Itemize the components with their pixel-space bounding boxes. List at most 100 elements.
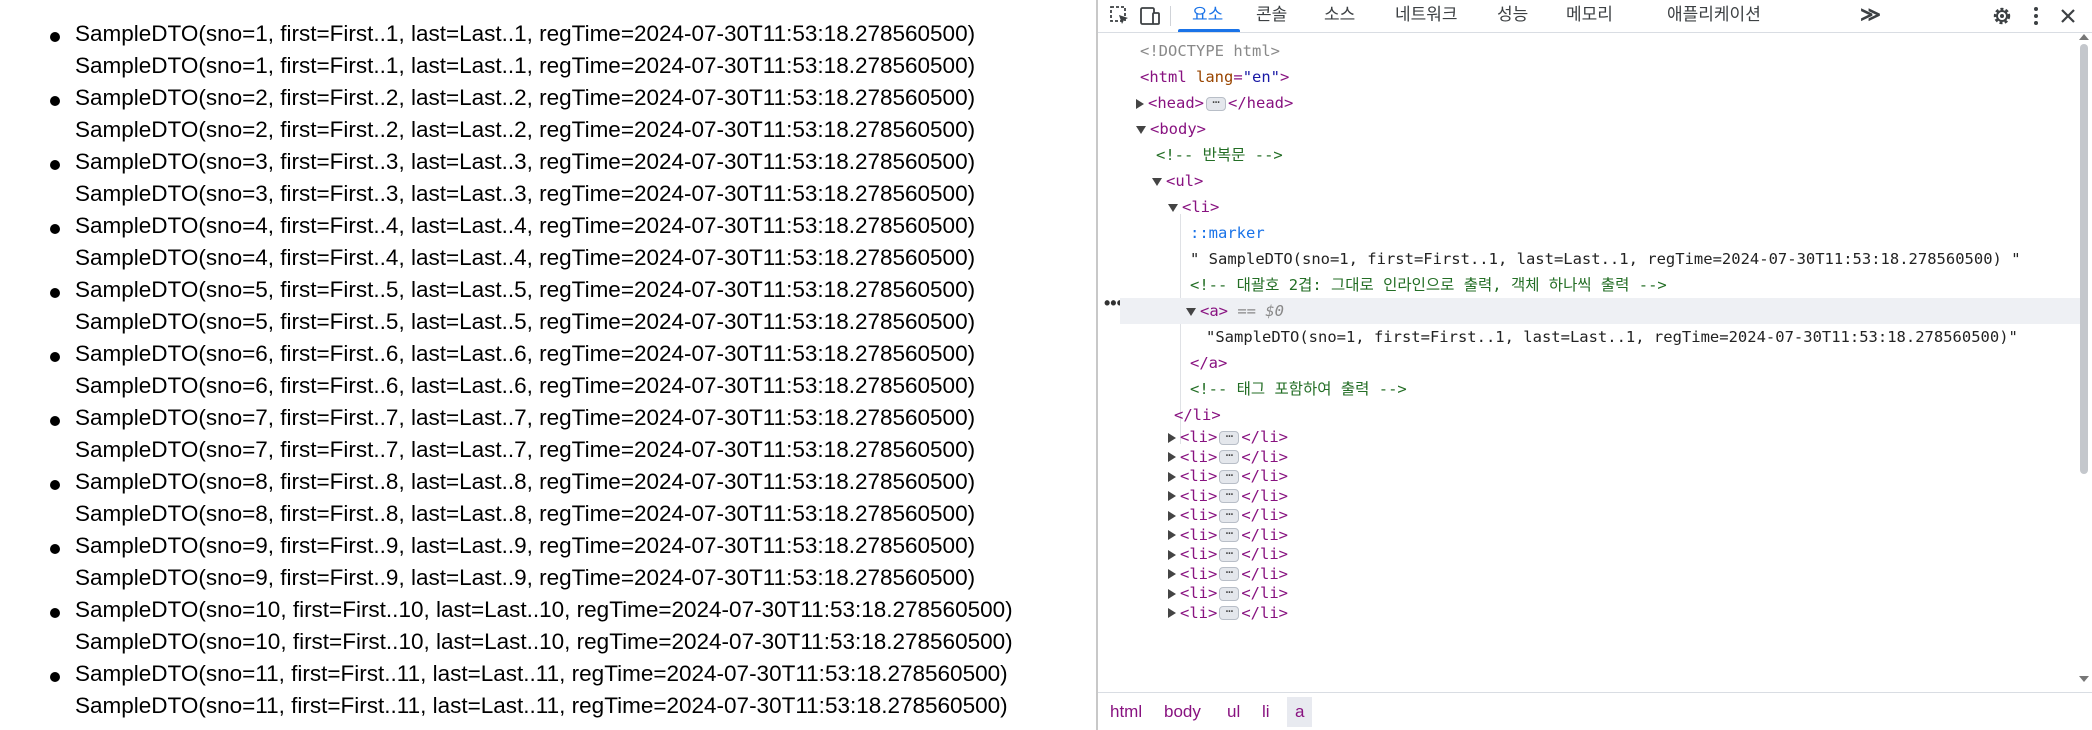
- ellipsis-icon[interactable]: ⋯: [1206, 96, 1226, 111]
- vertical-scrollbar[interactable]: [2080, 44, 2088, 474]
- dom-node-li-collapsed[interactable]: <li> ⋯ </li>: [1120, 526, 2082, 546]
- li-close-tag: </li>: [1241, 603, 1288, 622]
- more-vert-icon[interactable]: [2024, 4, 2048, 28]
- tab-network[interactable]: 네트워크: [1395, 0, 1458, 32]
- breadcrumb-a[interactable]: a: [1287, 697, 1313, 727]
- li-open-tag: <li>: [1180, 486, 1218, 505]
- dom-node-a-close[interactable]: </a>: [1120, 350, 2082, 376]
- dom-node-li-collapsed[interactable]: <li> ⋯ </li>: [1120, 487, 2082, 507]
- dom-node-li-collapsed[interactable]: <li> ⋯ </li>: [1120, 584, 2082, 604]
- breadcrumb-html[interactable]: html: [1106, 697, 1146, 727]
- collapse-triangle-icon[interactable]: [1186, 307, 1196, 316]
- expand-triangle-icon[interactable]: [1168, 549, 1176, 560]
- dom-node-li-collapsed[interactable]: <li> ⋯ </li>: [1120, 467, 2082, 487]
- expand-triangle-icon[interactable]: [1168, 530, 1176, 540]
- dom-node-marker[interactable]: ::marker: [1120, 220, 2082, 246]
- dom-node-li-close[interactable]: </li>: [1120, 402, 2082, 428]
- dom-node-li-collapsed[interactable]: <li> ⋯ </li>: [1120, 506, 2082, 526]
- tab-sources[interactable]: 소스: [1324, 0, 1355, 32]
- bullet-icon: [50, 224, 60, 234]
- expand-triangle-icon[interactable]: [1168, 569, 1176, 579]
- collapse-triangle-icon[interactable]: [1136, 125, 1146, 134]
- close-icon[interactable]: [2056, 4, 2080, 28]
- inspect-element-icon[interactable]: [1108, 4, 1132, 28]
- item-anchor-text[interactable]: SampleDTO(sno=2, first=First..2, last=La…: [75, 114, 975, 146]
- dom-node-comment-tag[interactable]: <!-- 태그 포함하여 출력 -->: [1120, 376, 2082, 402]
- ellipsis-icon[interactable]: ⋯: [1219, 547, 1240, 562]
- ellipsis-icon[interactable]: ⋯: [1219, 586, 1240, 601]
- tab-application[interactable]: 애플리케이션: [1667, 0, 1761, 32]
- breadcrumb: html body ul li a: [1098, 692, 2092, 730]
- dom-node-li-collapsed[interactable]: <li> ⋯ </li>: [1120, 545, 2082, 565]
- dom-node-html[interactable]: <html lang="en">: [1120, 64, 2080, 90]
- item-anchor-text[interactable]: SampleDTO(sno=11, first=First..11, last=…: [75, 690, 1008, 722]
- dom-node-ul[interactable]: <ul>: [1120, 168, 2082, 194]
- dom-node-li-collapsed[interactable]: <li> ⋯ </li>: [1120, 604, 2082, 624]
- expand-triangle-icon[interactable]: [1136, 98, 1144, 109]
- collapse-triangle-icon[interactable]: [1168, 203, 1178, 212]
- li-open-tag: <li>: [1180, 564, 1218, 583]
- ellipsis-icon[interactable]: ⋯: [1219, 566, 1240, 581]
- bullet-icon: [50, 416, 60, 426]
- breadcrumb-ul[interactable]: ul: [1223, 697, 1244, 727]
- ellipsis-icon[interactable]: ⋯: [1219, 449, 1240, 464]
- dom-node-a-selected[interactable]: <a> == $0: [1120, 298, 2082, 324]
- dom-node-body[interactable]: <body>: [1120, 116, 2076, 142]
- li-open-tag: <li>: [1180, 467, 1218, 485]
- item-anchor-text[interactable]: SampleDTO(sno=6, first=First..6, last=La…: [75, 370, 975, 402]
- expand-triangle-icon[interactable]: [1168, 608, 1176, 618]
- scroll-down-arrow-icon[interactable]: [2079, 676, 2089, 682]
- bullet-icon: [50, 480, 60, 490]
- ellipsis-icon[interactable]: ⋯: [1219, 488, 1240, 503]
- body-open-tag: <body>: [1150, 120, 1206, 138]
- expand-triangle-icon[interactable]: [1168, 471, 1176, 482]
- item-anchor-text[interactable]: SampleDTO(sno=10, first=First..10, last=…: [75, 626, 1013, 658]
- ellipsis-icon[interactable]: ⋯: [1219, 430, 1240, 445]
- dom-node-li[interactable]: <li>: [1120, 194, 2082, 220]
- dom-node-li-collapsed[interactable]: <li> ⋯ </li>: [1120, 428, 2082, 448]
- bullet-icon: [50, 288, 60, 298]
- dom-node-a-text[interactable]: "SampleDTO(sno=1, first=First..1, last=L…: [1120, 324, 2082, 350]
- tab-console[interactable]: 콘솔: [1256, 0, 1287, 32]
- device-toolbar-icon[interactable]: [1138, 4, 1162, 28]
- tab-elements[interactable]: 요소: [1192, 0, 1223, 32]
- ellipsis-icon[interactable]: ⋯: [1219, 508, 1240, 523]
- dom-node-head[interactable]: <head> ⋯ </head>: [1120, 90, 2076, 116]
- item-anchor-text[interactable]: SampleDTO(sno=5, first=First..5, last=La…: [75, 306, 975, 338]
- ellipsis-icon[interactable]: ⋯: [1219, 469, 1240, 484]
- a-close-tag: </a>: [1190, 354, 1228, 372]
- dom-node-doctype[interactable]: <!DOCTYPE html>: [1120, 38, 2080, 64]
- settings-icon[interactable]: [1990, 4, 2014, 28]
- li-close-tag: </li>: [1241, 506, 1288, 524]
- item-text: SampleDTO(sno=1, first=First..1, last=La…: [75, 21, 976, 46]
- dom-node-comment-inline[interactable]: <!-- 대괄호 2겹: 그대로 인라인으로 출력, 객체 하나씩 출력 -->: [1120, 272, 2082, 298]
- item-anchor-text[interactable]: SampleDTO(sno=8, first=First..8, last=La…: [75, 498, 975, 530]
- item-anchor-text[interactable]: SampleDTO(sno=9, first=First..9, last=La…: [75, 562, 975, 594]
- expand-triangle-icon[interactable]: [1168, 510, 1176, 521]
- expand-triangle-icon[interactable]: [1168, 432, 1176, 443]
- scroll-up-arrow-icon[interactable]: [2079, 34, 2089, 40]
- dom-node-li-collapsed[interactable]: <li> ⋯ </li>: [1120, 565, 2082, 585]
- dom-node-li-collapsed[interactable]: <li> ⋯ </li>: [1120, 448, 2082, 468]
- dom-node-comment-loop[interactable]: <!-- 반복문 -->: [1120, 142, 2082, 168]
- expand-triangle-icon[interactable]: [1168, 491, 1176, 501]
- ellipsis-icon[interactable]: ⋯: [1219, 527, 1240, 542]
- li-close-tag: </li>: [1241, 467, 1288, 485]
- toolbar-separator: [1170, 6, 1171, 26]
- dom-node-text[interactable]: " SampleDTO(sno=1, first=First..1, last=…: [1120, 246, 2082, 272]
- expand-triangle-icon[interactable]: [1168, 588, 1176, 599]
- ellipsis-icon[interactable]: ⋯: [1219, 605, 1240, 620]
- breadcrumb-li[interactable]: li: [1258, 697, 1274, 727]
- item-anchor-text[interactable]: SampleDTO(sno=4, first=First..4, last=La…: [75, 242, 975, 274]
- comment-loop-text: <!-- 반복문 -->: [1156, 146, 1283, 164]
- more-tabs-button[interactable]: ≫: [1860, 0, 1881, 32]
- collapse-triangle-icon[interactable]: [1152, 177, 1162, 186]
- tab-performance[interactable]: 성능: [1497, 0, 1528, 32]
- expand-triangle-icon[interactable]: [1168, 452, 1176, 462]
- li-open-tag: <li>: [1180, 506, 1218, 524]
- tab-memory[interactable]: 메모리: [1566, 0, 1613, 32]
- item-anchor-text[interactable]: SampleDTO(sno=3, first=First..3, last=La…: [75, 178, 975, 210]
- breadcrumb-body[interactable]: body: [1160, 697, 1205, 727]
- item-anchor-text[interactable]: SampleDTO(sno=1, first=First..1, last=La…: [75, 50, 975, 82]
- item-anchor-text[interactable]: SampleDTO(sno=7, first=First..7, last=La…: [75, 434, 975, 466]
